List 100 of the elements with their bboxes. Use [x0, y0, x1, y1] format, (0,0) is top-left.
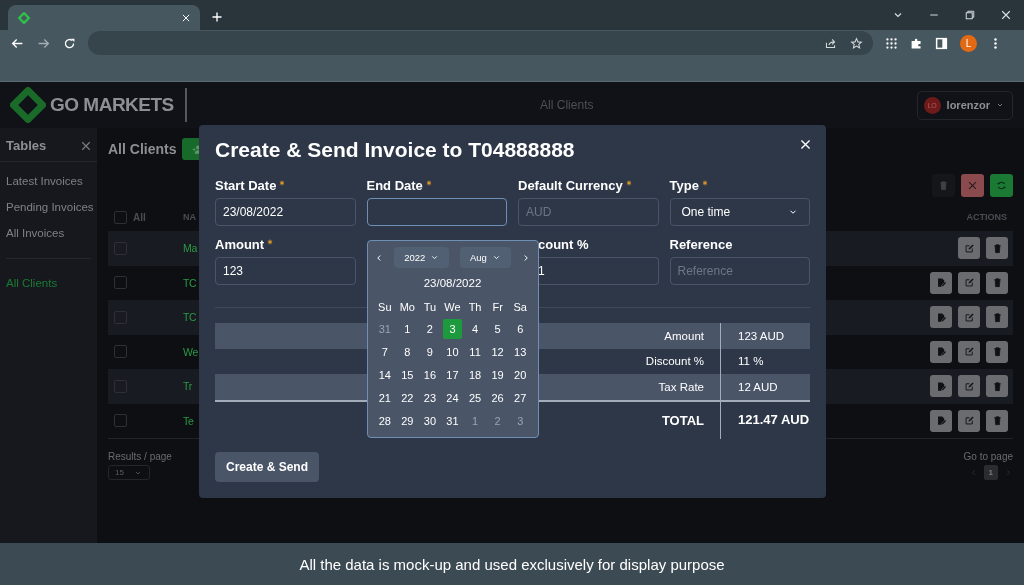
- restore-icon[interactable]: [964, 9, 976, 21]
- calendar-day[interactable]: 26: [488, 388, 507, 408]
- calendar-day[interactable]: 29: [398, 411, 417, 431]
- calendar-day[interactable]: 12: [488, 342, 507, 362]
- calendar-day[interactable]: 25: [465, 388, 485, 408]
- calendar-day[interactable]: 4: [465, 319, 485, 339]
- invoice-button[interactable]: [930, 340, 952, 363]
- edit-button[interactable]: [958, 271, 980, 294]
- input-field[interactable]: AUD: [518, 198, 659, 226]
- invoice-button[interactable]: [930, 271, 952, 294]
- edit-icon: [963, 380, 975, 392]
- summary-value: 121.47 AUD: [720, 401, 810, 439]
- input-field[interactable]: [366, 198, 507, 226]
- edit-button[interactable]: [958, 237, 980, 260]
- delete-button[interactable]: [986, 306, 1008, 329]
- side-panel-icon[interactable]: [935, 36, 948, 50]
- calendar-day[interactable]: 2: [420, 319, 440, 339]
- client-name-link[interactable]: We: [183, 345, 198, 358]
- client-name-link[interactable]: Ma: [183, 242, 197, 255]
- trash-icon: [991, 380, 1003, 392]
- calendar-day[interactable]: 19: [488, 365, 507, 385]
- caret-icon: [430, 253, 440, 262]
- close-window-icon[interactable]: [1000, 9, 1012, 21]
- row-checkbox[interactable]: [114, 345, 127, 359]
- calendar-day[interactable]: 30: [420, 411, 440, 431]
- calendar-day[interactable]: 3: [443, 319, 462, 339]
- calendar-day[interactable]: 22: [398, 388, 417, 408]
- create-send-button[interactable]: Create & Send: [215, 451, 320, 482]
- calendar-day[interactable]: 14: [375, 365, 395, 385]
- invoice-button[interactable]: [930, 375, 952, 398]
- client-name-link[interactable]: Te: [183, 414, 194, 427]
- calendar-day[interactable]: 31: [443, 411, 462, 431]
- calendar-day[interactable]: 17: [443, 365, 462, 385]
- reload-icon[interactable]: [63, 36, 76, 50]
- calendar-day[interactable]: 20: [510, 365, 530, 385]
- row-checkbox[interactable]: [114, 276, 127, 290]
- select-all-checkbox[interactable]: [114, 210, 127, 224]
- calendar-day[interactable]: 5: [488, 319, 507, 339]
- calendar-day[interactable]: 6: [510, 319, 530, 339]
- back-icon[interactable]: [11, 36, 24, 50]
- row-checkbox[interactable]: [114, 414, 127, 428]
- document-pen-icon: [935, 346, 947, 358]
- delete-button[interactable]: [986, 409, 1008, 432]
- weekday-label: Su: [377, 299, 393, 315]
- logo-icon[interactable]: [10, 87, 46, 123]
- bookmark-star-icon[interactable]: [850, 36, 863, 50]
- delete-button[interactable]: [986, 271, 1008, 294]
- sidebar-item[interactable]: Latest Invoices: [6, 168, 97, 194]
- calendar-day[interactable]: 10: [443, 342, 462, 362]
- sidebar-item[interactable]: All Invoices: [6, 220, 97, 246]
- edit-button[interactable]: [958, 340, 980, 363]
- month-select[interactable]: Aug: [459, 247, 511, 268]
- calendar-day[interactable]: 21: [375, 388, 395, 408]
- page-title: All Clients: [539, 98, 595, 112]
- type-select[interactable]: One time: [669, 198, 810, 226]
- close-sidebar-icon[interactable]: [80, 139, 92, 152]
- calendar-day[interactable]: 8: [398, 342, 417, 362]
- clear-button[interactable]: [961, 174, 984, 197]
- new-tab-icon[interactable]: [211, 11, 223, 23]
- delete-button[interactable]: [986, 237, 1008, 260]
- document-pen-icon: [935, 380, 947, 392]
- calendar-day[interactable]: 1: [398, 319, 417, 339]
- field-label: Default Currency: [518, 178, 623, 193]
- logo-text[interactable]: GO MARKETS: [50, 94, 174, 116]
- calendar-day[interactable]: 13: [510, 342, 530, 362]
- input-field[interactable]: 123: [215, 257, 356, 285]
- client-name-link[interactable]: Tr: [183, 380, 192, 393]
- trash-icon: [991, 311, 1003, 323]
- delete-button[interactable]: [986, 375, 1008, 398]
- calendar-day[interactable]: 24: [443, 388, 462, 408]
- refresh-button[interactable]: [990, 174, 1013, 197]
- calendar-day[interactable]: 9: [420, 342, 440, 362]
- client-name-link[interactable]: TC: [183, 311, 197, 324]
- forward-icon[interactable]: [37, 36, 50, 50]
- close-dialog-icon[interactable]: [799, 138, 812, 151]
- calendar-day[interactable]: 28: [375, 411, 395, 431]
- calendar-day[interactable]: 23: [420, 388, 440, 408]
- apps-grid-icon[interactable]: [885, 36, 898, 50]
- sidebar-item[interactable]: Pending Invoices: [6, 194, 97, 220]
- client-name-link[interactable]: TC: [183, 276, 197, 289]
- edit-button[interactable]: [958, 375, 980, 398]
- delete-button[interactable]: [986, 340, 1008, 363]
- calendar-day[interactable]: 11: [465, 342, 485, 362]
- input-field[interactable]: Reference: [669, 257, 810, 285]
- calendar-day[interactable]: 16: [420, 365, 440, 385]
- calendar-day[interactable]: 27: [510, 388, 530, 408]
- calendar-day[interactable]: 18: [465, 365, 485, 385]
- year-select[interactable]: 2022: [394, 247, 450, 268]
- edit-button[interactable]: [958, 306, 980, 329]
- close-tab-icon[interactable]: [181, 12, 191, 23]
- calendar-day[interactable]: 7: [375, 342, 395, 362]
- invoice-button[interactable]: [930, 306, 952, 329]
- edit-button[interactable]: [958, 409, 980, 432]
- dialog-title: Create & Send Invoice to T04888888: [215, 138, 575, 162]
- invoice-button[interactable]: [930, 409, 952, 432]
- extensions-icon[interactable]: [910, 36, 923, 50]
- document-pen-icon: [935, 415, 947, 427]
- input-field[interactable]: 23/08/2022: [215, 198, 356, 226]
- share-icon[interactable]: [824, 36, 837, 50]
- calendar-day[interactable]: 15: [398, 365, 417, 385]
